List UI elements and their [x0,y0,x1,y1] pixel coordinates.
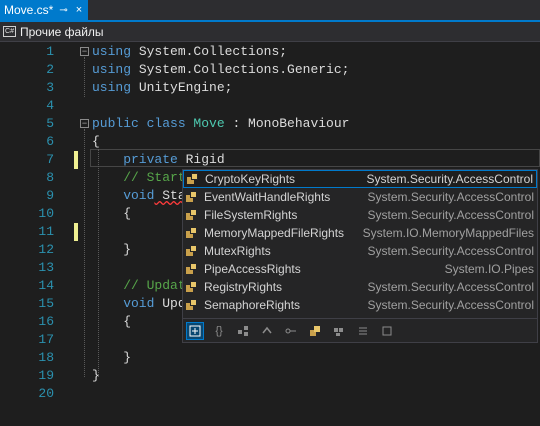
line-number: 9 [46,188,54,203]
pin-icon[interactable]: ⊸ [59,5,67,16]
enum-icon [186,245,198,257]
code-line: } [92,368,100,383]
change-marker [74,223,78,241]
line-number: 14 [38,278,54,293]
code-line: using System.Collections.Generic; [92,62,350,77]
fold-icon[interactable]: − [80,47,89,56]
fold-icon[interactable]: − [80,119,89,128]
snippet-icon[interactable] [354,322,372,340]
enum-icon[interactable] [306,322,324,340]
code-line: } [92,350,132,365]
completion-item[interactable]: MemoryMappedFileRights System.IO.MemoryM… [183,224,537,242]
line-number: 2 [46,62,54,77]
close-icon[interactable]: × [76,4,82,16]
line-number: 15 [38,296,54,311]
fold-guide [84,129,85,377]
tab-bar: Move.cs* ⊸ × [0,0,540,22]
enum-icon [187,173,199,185]
line-number: 6 [46,134,54,149]
code-line: { [92,134,100,149]
completion-filter-bar: {} [183,318,537,342]
struct-icon[interactable] [330,322,348,340]
project-dropdown[interactable]: Прочие файлы [20,25,104,39]
class-icon[interactable] [234,322,252,340]
line-number: 19 [38,368,54,383]
keyword-icon[interactable] [378,322,396,340]
namespace-icon[interactable]: {} [210,322,228,340]
code-line: void Sta [92,188,186,203]
line-number: 4 [46,98,54,113]
line-number: 13 [38,260,54,275]
navigation-bar: C# Прочие файлы [0,22,540,42]
tab-title: Move.cs* [4,3,54,17]
completion-item[interactable]: MutexRights System.Security.AccessContro… [183,242,537,260]
line-number: 17 [38,332,54,347]
code-line: void Upd [92,296,186,311]
line-number: 20 [38,386,54,401]
line-number: 16 [38,314,54,329]
enum-icon [186,227,198,239]
code-line: // Updat [92,278,186,293]
code-line: { [92,314,132,329]
delegate-icon[interactable] [258,322,276,340]
code-line: public class Move : MonoBehaviour [92,116,350,131]
enum-icon [186,209,198,221]
line-number: 12 [38,242,54,257]
line-number: 1 [46,44,54,59]
enum-icon [186,299,198,311]
interface-icon[interactable] [282,322,300,340]
code-line: private Rigid [92,152,225,167]
line-number: 3 [46,80,54,95]
line-number: 5 [46,116,54,131]
enum-icon [186,191,198,203]
change-marker [74,151,78,169]
enum-icon [186,263,198,275]
csharp-file-icon: C# [3,26,16,37]
code-line: // Start [92,170,186,185]
expand-icon[interactable] [186,321,204,340]
completion-item[interactable]: RegistryRights System.Security.AccessCon… [183,278,537,296]
intellisense-popup[interactable]: CryptoKeyRights System.Security.AccessCo… [182,169,538,343]
code-line: using System.Collections; [92,44,288,59]
code-line: } [92,242,132,257]
line-number: 18 [38,350,54,365]
fold-guide [84,57,85,97]
completion-item[interactable]: PipeAccessRights System.IO.Pipes [183,260,537,278]
code-line: { [92,206,132,221]
completion-item[interactable]: FileSystemRights System.Security.AccessC… [183,206,537,224]
completion-item[interactable]: CryptoKeyRights System.Security.AccessCo… [183,170,537,188]
code-line: using UnityEngine; [92,80,233,95]
tab-move-cs[interactable]: Move.cs* ⊸ × [0,0,88,20]
line-number: 7 [46,152,54,167]
line-number: 8 [46,170,54,185]
completion-item[interactable]: SemaphoreRights System.Security.AccessCo… [183,296,537,314]
enum-icon [186,281,198,293]
line-number: 10 [38,206,54,221]
completion-item[interactable]: EventWaitHandleRights System.Security.Ac… [183,188,537,206]
line-number: 11 [38,224,54,239]
